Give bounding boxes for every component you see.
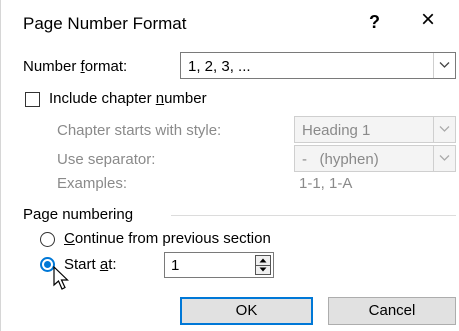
dialog-title: Page Number Format bbox=[23, 14, 187, 33]
number-format-label: Number format: bbox=[23, 58, 128, 75]
mouse-pointer-icon bbox=[53, 266, 69, 290]
examples-label: Examples: bbox=[57, 175, 128, 192]
page-number-format-dialog: Page Number Format ? × Number format: 1,… bbox=[0, 0, 459, 331]
separator-label: Use separator: bbox=[57, 151, 156, 168]
close-button[interactable]: × bbox=[421, 8, 435, 32]
help-button[interactable]: ? bbox=[369, 12, 380, 33]
chapter-style-value: Heading 1 bbox=[302, 122, 371, 139]
start-at-label[interactable]: Start at: bbox=[64, 256, 117, 273]
spin-down-icon[interactable] bbox=[256, 265, 270, 274]
chevron-down-icon[interactable] bbox=[433, 53, 455, 78]
title-bar: Page Number Format ? × bbox=[1, 0, 459, 48]
close-icon: × bbox=[421, 6, 436, 33]
number-format-dropdown[interactable]: 1, 2, 3, ... bbox=[180, 52, 456, 79]
continue-radio[interactable] bbox=[40, 232, 55, 247]
chapter-style-label: Chapter starts with style: bbox=[57, 122, 222, 139]
chevron-down-icon[interactable] bbox=[433, 117, 455, 142]
ok-button[interactable]: OK bbox=[180, 297, 313, 325]
spinner-buttons[interactable] bbox=[255, 255, 271, 275]
include-chapter-label[interactable]: Include chapter number bbox=[49, 90, 207, 107]
separator-dropdown[interactable]: - (hyphen) bbox=[294, 145, 456, 172]
continue-label[interactable]: Continue from previous section bbox=[64, 230, 271, 247]
cancel-button[interactable]: Cancel bbox=[328, 297, 456, 325]
include-chapter-checkbox[interactable] bbox=[25, 92, 40, 107]
separator-value: - (hyphen) bbox=[302, 151, 379, 168]
page-numbering-group-label: Page numbering bbox=[23, 206, 134, 223]
examples-value: 1-1, 1-A bbox=[299, 175, 353, 192]
start-at-value: 1 bbox=[171, 257, 180, 274]
start-at-spinner[interactable]: 1 bbox=[164, 252, 274, 278]
number-format-value: 1, 2, 3, ... bbox=[188, 58, 251, 75]
chapter-style-dropdown[interactable]: Heading 1 bbox=[294, 116, 456, 143]
group-divider bbox=[171, 215, 456, 216]
chevron-down-icon[interactable] bbox=[433, 146, 455, 171]
